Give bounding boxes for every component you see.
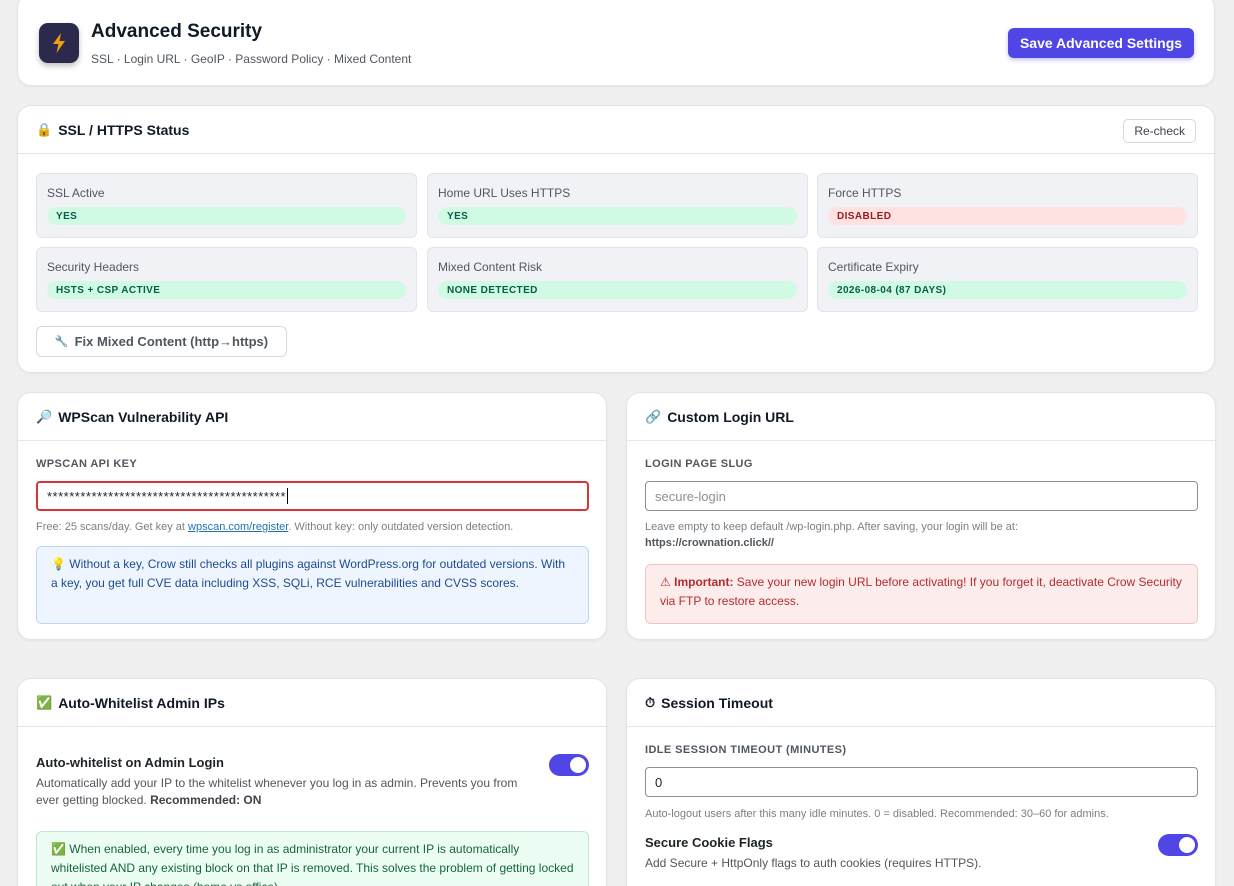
wpscan-api-key-input[interactable]: ****************************************…: [36, 481, 589, 511]
secure-cookie-toggle[interactable]: [1158, 834, 1198, 856]
login-warning-box: ⚠ Important: Save your new login URL bef…: [645, 564, 1198, 624]
warning-strong: Important:: [674, 575, 734, 589]
tile-label: Home URL Uses HTTPS: [438, 186, 571, 200]
session-timeout-label: IDLE SESSION TIMEOUT (MINUTES): [645, 744, 847, 756]
ssl-status-card: 🔒 SSL / HTTPS Status Re-check SSL Active…: [17, 105, 1215, 373]
page-title: Advanced Security: [91, 21, 263, 42]
auto-whitelist-card: ✅ Auto-Whitelist Admin IPs Auto-whitelis…: [17, 678, 607, 886]
warning-text: Save your new login URL before activatin…: [660, 575, 1182, 608]
session-card-title: Session Timeout: [661, 694, 773, 711]
toggle-knob: [570, 757, 586, 773]
auto-whitelist-row-title: Auto-whitelist on Admin Login: [36, 755, 224, 770]
help-prefix: Free: 25 scans/day. Get key at: [36, 521, 189, 533]
wpscan-api-key-label: WPSCAN API KEY: [36, 458, 138, 470]
row-desc-text: Automatically add your IP to the whiteli…: [36, 776, 518, 807]
status-badge: YES: [47, 207, 406, 225]
help-suffix: . Without key: only outdated version det…: [288, 521, 514, 533]
custom-login-card: 🔗 Custom Login URL LOGIN PAGE SLUG secur…: [626, 392, 1216, 640]
ssl-tile-ssl-active: SSL Active YES: [36, 173, 417, 238]
wpscan-card-header: 🔎 WPScan Vulnerability API: [18, 393, 606, 441]
lightning-icon: [53, 33, 65, 53]
recheck-button[interactable]: Re-check: [1123, 119, 1196, 143]
text-cursor: [287, 488, 289, 504]
row-desc-strong: Recommended: ON: [150, 793, 262, 807]
wpscan-card: 🔎 WPScan Vulnerability API WPSCAN API KE…: [17, 392, 607, 640]
status-badge: YES: [438, 207, 797, 225]
status-badge: DISABLED: [828, 207, 1187, 225]
session-timeout-card: ⏱ Session Timeout IDLE SESSION TIMEOUT (…: [626, 678, 1216, 886]
status-badge: NONE DETECTED: [438, 281, 797, 299]
crow-security-logo: [39, 23, 79, 63]
wpscan-card-title: WPScan Vulnerability API: [58, 408, 229, 425]
ssl-card-title: SSL / HTTPS Status: [58, 121, 190, 138]
checkmark-icon: ✅: [36, 694, 53, 710]
wrench-icon: 🔧: [54, 336, 69, 348]
fix-mixed-content-label: Fix Mixed Content (http→https): [74, 334, 269, 349]
save-advanced-settings-button[interactable]: Save Advanced Settings: [1008, 28, 1194, 58]
whitelist-card-header: ✅ Auto-Whitelist Admin IPs: [18, 679, 606, 727]
ssl-card-header: 🔒 SSL / HTTPS Status: [18, 106, 1214, 154]
status-badge: 2026-08-04 (87 DAYS): [828, 281, 1187, 299]
tile-label: SSL Active: [47, 186, 105, 200]
whitelist-card-title: Auto-Whitelist Admin IPs: [58, 694, 225, 711]
tile-label: Security Headers: [47, 260, 140, 274]
toggle-knob: [1179, 837, 1195, 853]
wpscan-info-box: 💡 Without a key, Crow still checks all p…: [36, 546, 589, 624]
login-card-header: 🔗 Custom Login URL: [627, 393, 1215, 441]
magnifier-icon: 🔎: [36, 408, 53, 424]
session-timeout-value: 0: [655, 774, 663, 790]
whitelist-info-box: ✅ When enabled, every time you log in as…: [36, 831, 589, 886]
session-timeout-input[interactable]: 0: [645, 767, 1198, 797]
wpscan-help-text: Free: 25 scans/day. Get key at wpscan.co…: [36, 519, 513, 535]
tile-label: Certificate Expiry: [828, 260, 919, 274]
link-icon: 🔗: [645, 408, 662, 424]
wpscan-register-link[interactable]: wpscan.com/register: [188, 521, 288, 533]
login-slug-placeholder: secure-login: [655, 488, 726, 504]
fix-mixed-content-button[interactable]: 🔧 Fix Mixed Content (http→https): [36, 326, 287, 357]
login-slug-label: LOGIN PAGE SLUG: [645, 458, 753, 470]
secure-cookie-title: Secure Cookie Flags: [645, 835, 773, 850]
ssl-tile-force-https: Force HTTPS DISABLED: [817, 173, 1198, 238]
tile-label: Mixed Content Risk: [438, 260, 543, 274]
stopwatch-icon: ⏱: [645, 694, 656, 710]
session-help-text: Auto-logout users after this many idle m…: [645, 808, 1109, 820]
tile-label: Force HTTPS: [828, 186, 902, 200]
warning-icon: ⚠: [660, 575, 671, 589]
api-key-value: ****************************************…: [47, 488, 287, 504]
page-subtitle: SSL · Login URL · GeoIP · Password Polic…: [91, 52, 412, 66]
ssl-tile-home-url: Home URL Uses HTTPS YES: [427, 173, 808, 238]
login-card-title: Custom Login URL: [667, 408, 794, 425]
status-badge: HSTS + CSP ACTIVE: [47, 281, 406, 299]
login-url-value: https://crownation.click//: [645, 537, 774, 549]
ssl-tile-certificate-expiry: Certificate Expiry 2026-08-04 (87 DAYS): [817, 247, 1198, 312]
login-slug-input[interactable]: secure-login: [645, 481, 1198, 511]
ssl-tile-mixed-content: Mixed Content Risk NONE DETECTED: [427, 247, 808, 312]
secure-cookie-desc: Add Secure + HttpOnly flags to auth cook…: [645, 856, 982, 870]
auto-whitelist-row-desc: Automatically add your IP to the whiteli…: [36, 775, 531, 809]
login-help-text: Leave empty to keep default /wp-login.ph…: [645, 519, 1018, 551]
lock-icon: 🔒: [36, 121, 53, 137]
auto-whitelist-toggle[interactable]: [549, 754, 589, 776]
header-card: Advanced Security SSL · Login URL · GeoI…: [17, 0, 1215, 86]
session-card-header: ⏱ Session Timeout: [627, 679, 1215, 727]
login-help-line: Leave empty to keep default /wp-login.ph…: [645, 521, 1018, 533]
ssl-tile-security-headers: Security Headers HSTS + CSP ACTIVE: [36, 247, 417, 312]
